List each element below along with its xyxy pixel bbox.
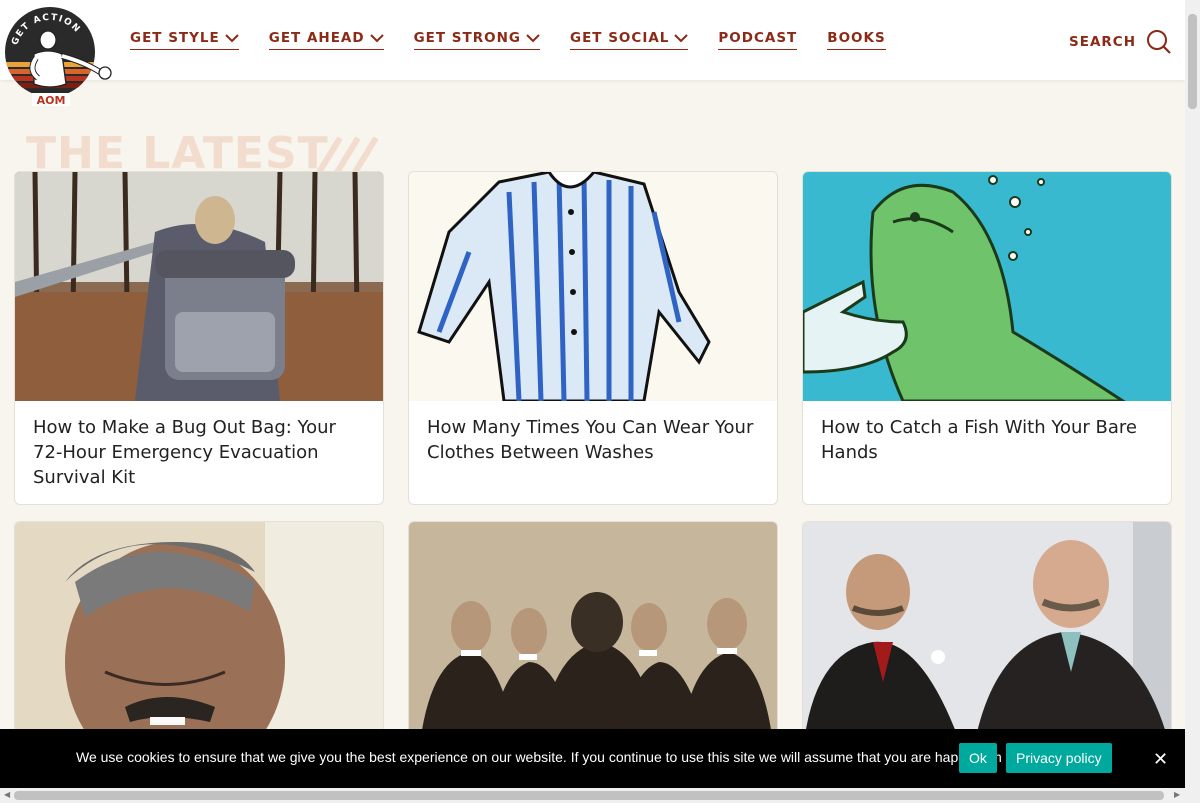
nav-podcast[interactable]: PODCAST <box>718 30 798 50</box>
chevron-down-icon <box>674 33 689 42</box>
site-header: GET STYLE GET AHEAD GET STRONG GET SOCIA… <box>0 0 1185 80</box>
chevron-down-icon <box>369 33 384 42</box>
article-card[interactable]: How to Catch a Fish With Your Bare Hands <box>802 171 1172 505</box>
site-logo[interactable]: GET ACTION AOM <box>4 4 116 108</box>
cookie-message: We use cookies to ensure that we give yo… <box>76 749 1017 765</box>
nav-label: GET STRONG <box>413 30 521 46</box>
nav-get-social[interactable]: GET SOCIAL <box>570 30 689 50</box>
nav-books[interactable]: BOOKS <box>827 30 886 50</box>
horizontal-scrollbar[interactable]: ◀ ▶ <box>0 788 1200 803</box>
search-icon <box>1147 30 1171 54</box>
article-image <box>409 172 777 401</box>
article-title[interactable]: How Many Times You Can Wear Your Clothes… <box>409 401 777 479</box>
cookie-ok-button[interactable]: Ok <box>959 743 997 773</box>
nav-label: GET SOCIAL <box>570 30 670 46</box>
search-label: SEARCH <box>1069 34 1136 50</box>
article-image <box>803 522 1171 751</box>
logo-letters: AOM <box>37 94 66 107</box>
nav-label: GET STYLE <box>130 30 220 46</box>
cookie-banner: We use cookies to ensure that we give yo… <box>0 729 1185 788</box>
article-image <box>409 522 777 751</box>
article-card[interactable]: How to Make a Bug Out Bag: Your 72-Hour … <box>14 171 384 505</box>
nav-label: BOOKS <box>827 30 886 46</box>
close-icon[interactable]: ✕ <box>1153 749 1168 770</box>
nav-get-strong[interactable]: GET STRONG <box>413 30 540 50</box>
article-card[interactable]: How Many Times You Can Wear Your Clothes… <box>408 171 778 505</box>
article-image <box>15 172 383 401</box>
scroll-right-icon[interactable]: ▶ <box>1174 790 1180 799</box>
privacy-policy-button[interactable]: Privacy policy <box>1006 743 1112 773</box>
chevron-down-icon <box>526 33 540 42</box>
chevron-down-icon <box>225 33 239 42</box>
aom-logo-icon: GET ACTION AOM <box>5 7 112 107</box>
scrollbar-thumb[interactable] <box>14 791 1164 800</box>
nav-get-ahead[interactable]: GET AHEAD <box>268 30 384 50</box>
article-title[interactable]: How to Catch a Fish With Your Bare Hands <box>803 401 1171 479</box>
main-nav: GET STYLE GET AHEAD GET STRONG GET SOCIA… <box>130 30 916 50</box>
vertical-scrollbar[interactable] <box>1185 0 1200 788</box>
nav-label: GET AHEAD <box>268 30 365 46</box>
slash-decoration-icon <box>315 136 379 176</box>
nav-label: PODCAST <box>718 30 798 46</box>
article-title[interactable]: How to Make a Bug Out Bag: Your 72-Hour … <box>15 401 383 504</box>
nav-get-style[interactable]: GET STYLE <box>130 30 239 50</box>
scroll-left-icon[interactable]: ◀ <box>4 790 10 799</box>
article-image <box>15 522 383 751</box>
search-button[interactable]: SEARCH <box>1069 29 1172 55</box>
article-image <box>803 172 1171 401</box>
scrollbar-thumb[interactable] <box>1188 14 1197 109</box>
